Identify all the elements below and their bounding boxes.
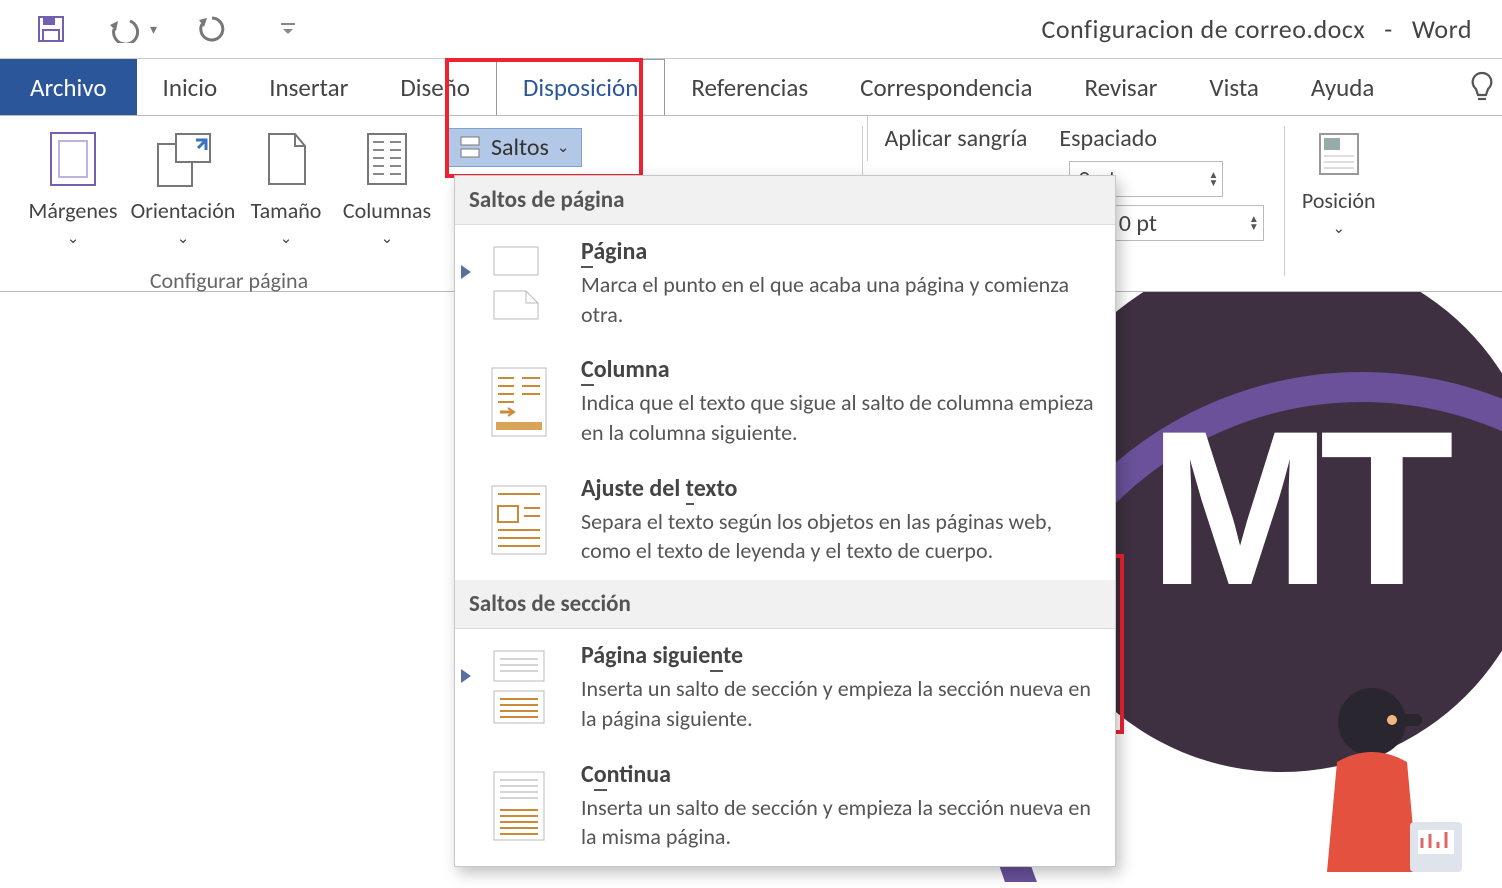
size-button[interactable]: Tamaño⌄ [238,122,334,249]
column-break-icon [483,355,555,447]
chevron-down-icon: ⌄ [177,230,190,248]
chevron-down-icon: ⌄ [557,138,570,157]
tell-me-button[interactable] [1462,59,1502,115]
break-text-wrap-item[interactable]: Ajuste del texto Separa el texto según l… [455,462,1115,580]
breaks-dropdown: Saltos de página Página Marca el punto e… [454,175,1116,867]
item-desc: Separa el texto según los objetos en las… [581,507,1095,566]
item-title: Ajuste del texto [581,474,1095,503]
tab-layout[interactable]: Disposición [496,59,665,115]
orientation-button[interactable]: Orientación⌄ [128,122,238,249]
spinner-arrows-icon[interactable]: ▲▼ [1249,215,1259,231]
document-name: Configuracion de correo.docx [1041,13,1365,45]
next-page-break-icon [483,641,555,733]
page-size-icon [261,128,311,190]
quick-access-toolbar: ▾ [30,10,1041,48]
tab-view[interactable]: Vista [1183,59,1284,115]
item-desc: Inserta un salto de sección y empieza la… [581,793,1095,852]
undo-button[interactable]: ▾ [100,11,163,47]
breaks-icon [459,135,483,161]
break-next-page-item[interactable]: Página siguiente Inserta un salto de sec… [455,629,1115,747]
tab-home[interactable]: Inicio [137,59,244,115]
customize-icon [279,20,297,38]
dropdown-header-section-breaks: Saltos de sección [455,580,1115,629]
chevron-down-icon: ⌄ [67,230,80,248]
spacing-label: Espaciado [1059,124,1263,153]
item-desc: Inserta un salto de sección y empieza la… [581,674,1095,733]
columns-button[interactable]: Columnas⌄ [334,122,440,249]
chevron-down-icon: ⌄ [1332,220,1345,238]
undo-icon [106,15,146,43]
break-continuous-item[interactable]: Continua Inserta un salto de sección y e… [455,748,1115,866]
item-desc: Marca el punto en el que acaba una págin… [581,270,1095,329]
item-title: Página [581,237,1095,266]
orientation-icon [152,128,214,190]
tab-file[interactable]: Archivo [0,59,137,115]
repeat-button[interactable] [191,10,233,48]
breaks-button[interactable]: Saltos ⌄ [446,128,582,167]
columns-icon [362,128,412,190]
margins-icon [46,128,100,190]
position-button[interactable]: Posición⌄ [1289,116,1389,239]
save-icon [36,14,66,44]
tab-design[interactable]: Diseño [374,59,496,115]
page-break-icon [483,237,555,329]
break-column-item[interactable]: Columna Indica que el texto que sigue al… [455,343,1115,461]
tab-insert[interactable]: Insertar [243,59,374,115]
indent-label: Aplicar sangría [884,124,1027,153]
text-wrap-break-icon [483,474,555,566]
ribbon-tabs: Archivo Inicio Insertar Diseño Disposici… [0,58,1502,115]
tab-review[interactable]: Revisar [1058,59,1183,115]
position-icon [1314,128,1364,180]
dropdown-header-page-breaks: Saltos de página [455,176,1115,225]
margins-button[interactable]: Márgenes⌄ [18,122,128,249]
save-button[interactable] [30,10,72,48]
tab-mailings[interactable]: Correspondencia [834,59,1058,115]
title-bar: ▾ Configuracion de correo.docx - Word [0,0,1502,58]
illustration-person [1282,672,1462,882]
spacing-after-input[interactable]: 0 pt ▲▼ [1110,205,1264,241]
qat-customize-button[interactable] [273,16,303,42]
continuous-break-icon [483,760,555,852]
chevron-down-icon: ▾ [150,21,157,38]
logo-text: MT [1148,382,1442,635]
repeat-icon [197,14,227,44]
window-title: Configuracion de correo.docx - Word [1041,13,1472,45]
item-title: Columna [581,355,1095,384]
lightbulb-icon [1468,70,1496,104]
item-title: Página siguiente [581,641,1095,670]
tab-references[interactable]: Referencias [665,59,834,115]
spinner-arrows-icon[interactable]: ▲▼ [1208,171,1218,187]
group-page-setup: Márgenes⌄ Orientación⌄ Tamaño⌄ Columnas⌄… [0,116,446,299]
chevron-down-icon: ⌄ [381,230,394,248]
break-page-item[interactable]: Página Marca el punto en el que acaba un… [455,225,1115,343]
app-name: Word [1412,13,1472,45]
chevron-down-icon: ⌄ [280,230,293,248]
item-title: Continua [581,760,1095,789]
item-desc: Indica que el texto que sigue al salto d… [581,388,1095,447]
tab-help[interactable]: Ayuda [1285,59,1401,115]
group-indent-spacing: Aplicar sangría [867,116,1043,161]
